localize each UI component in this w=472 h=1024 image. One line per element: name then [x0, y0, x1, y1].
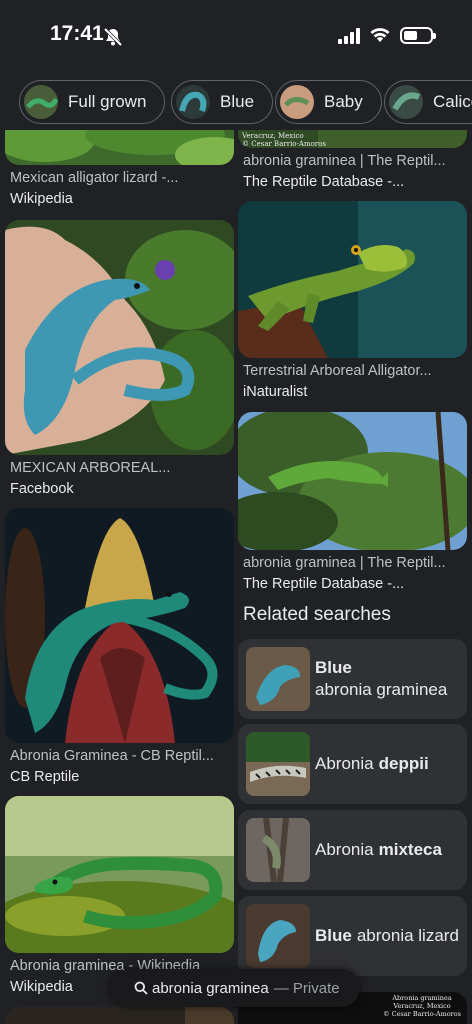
result-source: CB Reptile — [10, 769, 80, 785]
result-source: Wikipedia — [10, 979, 73, 995]
photo-credit: Veracruz, Mexico © Cesar Barrio-Amoros — [242, 132, 326, 148]
status-bar: 17:41 — [0, 0, 472, 70]
result-title[interactable]: abronia graminea | The Reptil... — [243, 555, 465, 571]
chip-baby[interactable]: Baby — [275, 80, 382, 124]
result-source: iNaturalist — [243, 384, 308, 400]
related-thumbnail — [246, 904, 310, 968]
related-searches-heading: Related searches — [243, 604, 391, 625]
image-results-grid: Mexican alligator lizard -... Wikipedia … — [0, 130, 472, 1024]
related-search-item[interactable]: Blue abronia graminea — [238, 639, 467, 719]
result-source: Wikipedia — [10, 191, 73, 207]
chip-label: Blue — [220, 92, 255, 111]
related-label: Abronia deppii — [315, 754, 429, 773]
related-label: Abronia mixteca — [315, 840, 442, 859]
battery-icon — [400, 27, 436, 44]
result-image[interactable] — [5, 796, 234, 953]
result-title[interactable]: Mexican alligator lizard -... — [10, 170, 232, 186]
search-query-text: abronia graminea — [152, 979, 269, 997]
result-title[interactable]: Terrestrial Arboreal Alligator... — [243, 363, 465, 379]
chip-calico[interactable]: Calico — [384, 80, 472, 124]
result-source: Facebook — [10, 481, 74, 497]
privacy-mode-label: — Private — [273, 979, 340, 997]
result-image[interactable] — [5, 130, 234, 165]
result-image[interactable] — [5, 1007, 234, 1024]
result-title[interactable]: Abronia Graminea - CB Reptil... — [10, 748, 232, 764]
search-query-pill[interactable]: abronia graminea — Private — [110, 969, 360, 1007]
result-source: The Reptile Database -... — [243, 174, 405, 190]
search-icon — [134, 981, 148, 995]
result-title[interactable]: MEXICAN ARBOREAL... — [10, 460, 232, 476]
related-label: Blue abronia lizard — [315, 926, 459, 945]
result-image[interactable] — [5, 220, 234, 455]
chip-thumbnail — [24, 85, 58, 119]
result-image[interactable] — [238, 201, 467, 358]
result-source: The Reptile Database -... — [243, 576, 405, 592]
related-search-item[interactable]: Abronia mixteca — [238, 810, 467, 890]
result-image[interactable]: Veracruz, Mexico © Cesar Barrio-Amoros — [238, 130, 467, 148]
result-image[interactable] — [238, 412, 467, 550]
related-search-item[interactable]: Abronia deppii — [238, 724, 467, 804]
related-label: Blue abronia graminea — [315, 658, 448, 699]
chip-thumbnail — [176, 85, 210, 119]
related-thumbnail — [246, 647, 310, 711]
filter-chips: Full grown Blue Baby Calico — [0, 78, 472, 126]
related-search-item[interactable]: Blue abronia lizard — [238, 896, 467, 976]
related-thumbnail — [246, 732, 310, 796]
cellular-signal-icon — [338, 28, 360, 44]
chip-label: Baby — [324, 92, 363, 111]
chip-label: Full grown — [68, 92, 147, 111]
chip-thumbnail — [280, 85, 314, 119]
wifi-icon — [370, 28, 390, 42]
chip-thumbnail — [389, 85, 423, 119]
chip-full-grown[interactable]: Full grown — [19, 80, 166, 124]
result-image[interactable] — [5, 508, 234, 743]
silent-bell-icon — [103, 27, 123, 47]
result-title[interactable]: abronia graminea | The Reptil... — [243, 153, 465, 169]
related-thumbnail — [246, 818, 310, 882]
photo-credit: Abronia graminea Veracruz, Mexico © Cesa… — [383, 994, 461, 1018]
chip-label: Calico — [433, 92, 472, 111]
clock: 17:41 — [50, 22, 104, 45]
chip-blue[interactable]: Blue — [171, 80, 274, 124]
